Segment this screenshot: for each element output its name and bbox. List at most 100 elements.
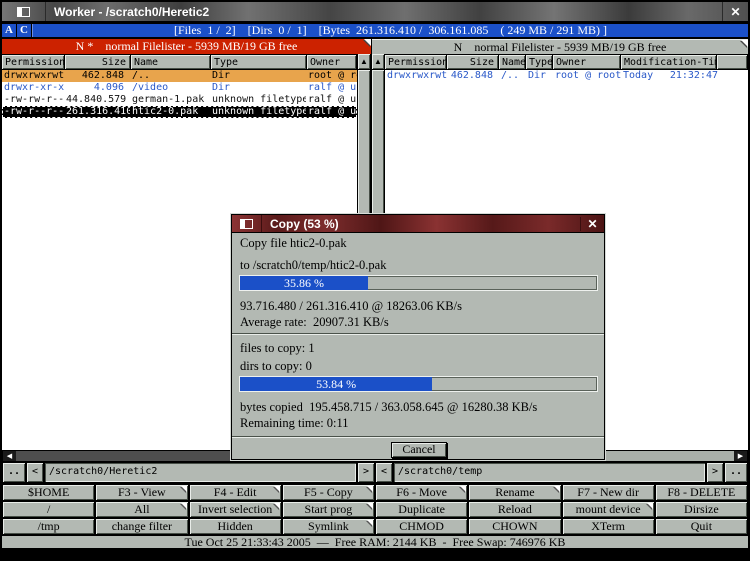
command-button-f3-view[interactable]: F3 - View: [95, 484, 189, 501]
remaining-time-line: Remaining time: 0:11: [240, 416, 349, 430]
command-button-f7-new-dir[interactable]: F7 - New dir: [561, 484, 655, 501]
fold-corner-icon: [180, 503, 187, 509]
command-button-rename[interactable]: Rename: [468, 484, 562, 501]
command-button-home[interactable]: $HOME: [2, 484, 96, 501]
command-button-tmp[interactable]: /tmp: [2, 518, 96, 535]
col-size[interactable]: Size: [65, 55, 131, 69]
command-button-[interactable]: /: [2, 501, 96, 518]
command-button-all[interactable]: All: [95, 501, 189, 518]
window-close-button[interactable]: ✕: [722, 2, 748, 21]
col-name[interactable]: Name: [131, 55, 211, 69]
right-path-back-button[interactable]: <: [375, 462, 393, 483]
status-bar: Tue Oct 25 21:33:43 2005 — Free RAM: 214…: [2, 536, 748, 550]
stats-bar: A C [Files 1 / 2] [Dirs 0 / 1] [Bytes 26…: [2, 24, 748, 38]
command-button-dirsize[interactable]: Dirsize: [654, 501, 748, 518]
dialog-menu-button[interactable]: [232, 215, 262, 232]
bank-a-button[interactable]: A: [2, 24, 17, 37]
file-row[interactable]: drwxr-xr-x 4.096/video Dir ralf @ user: [2, 82, 357, 94]
command-button-mount-device[interactable]: mount device: [561, 501, 655, 518]
file-owner: ralf @ user: [308, 106, 357, 117]
dirs-to-copy-line: dirs to copy: 0: [240, 359, 312, 373]
dialog-menu-icon: [240, 218, 253, 229]
file-perm: drwxrwxrwt: [4, 70, 64, 81]
left-path-back-button[interactable]: <: [26, 462, 44, 483]
right-parent-dir-button[interactable]: ..: [724, 462, 748, 483]
col-size[interactable]: Size: [447, 55, 499, 69]
command-button-start-prog[interactable]: Start prog: [281, 501, 375, 518]
file-row[interactable]: drwxrwxrwt 462.848 /.. Dir root @ root: [2, 70, 357, 82]
file-name: htic2-0.pak: [132, 106, 199, 117]
col-type[interactable]: Type: [211, 55, 307, 69]
left-column-headers: Permission: Size Name Type Owner: [2, 54, 357, 70]
dialog-close-button[interactable]: ✕: [580, 216, 604, 231]
selection-stats: [Files 1 / 2] [Dirs 0 / 1] [Bytes 261.31…: [32, 24, 748, 37]
left-parent-dir-button[interactable]: ..: [2, 462, 26, 483]
command-button-f8-delete[interactable]: F8 - DELETE: [654, 484, 748, 501]
cancel-button[interactable]: Cancel: [391, 442, 447, 458]
copy-progress-dialog: Copy (53 %) ✕ Copy file htic2-0.pak to /…: [231, 214, 605, 460]
command-button-change-filter[interactable]: change filter: [95, 518, 189, 535]
right-pane-header[interactable]: N normal Filelister - 5939 MB/19 GB free: [372, 39, 748, 54]
left-header-fold-icon: [364, 39, 371, 46]
window-menu-button[interactable]: [2, 2, 46, 21]
dialog-titlebar: Copy (53 %) ✕: [232, 215, 604, 233]
col-owner[interactable]: Owner: [553, 55, 621, 69]
file-type: Dir: [212, 70, 231, 81]
col-filler: [717, 55, 748, 69]
file-type: unknown filetype: [212, 94, 306, 105]
left-path-forward-button[interactable]: >: [357, 462, 375, 483]
copy-file-line: Copy file htic2-0.pak: [240, 236, 347, 250]
fold-corner-icon: [367, 486, 373, 492]
path-row: .. < /scratch0/Heretic2 > < /scratch0/te…: [2, 462, 748, 483]
col-type[interactable]: Type: [526, 55, 553, 69]
window-titlebar: Worker - /scratch0/Heretic2 ✕: [2, 2, 748, 22]
scroll-up-icon[interactable]: ▲: [372, 54, 384, 70]
col-permission[interactable]: Permission:: [385, 55, 447, 69]
left-path-field[interactable]: /scratch0/Heretic2: [44, 462, 357, 483]
command-button-invert-selection[interactable]: Invert selection: [188, 501, 282, 518]
fold-corner-icon: [367, 520, 373, 526]
scroll-left-icon[interactable]: ◀: [3, 451, 16, 461]
file-size: 261.316.410: [66, 106, 130, 117]
file-perm: -rw-r--r--: [4, 106, 64, 117]
right-column-headers: Permission: Size Name Type Owner Modific…: [385, 54, 748, 70]
command-button-duplicate[interactable]: Duplicate: [375, 501, 469, 518]
command-button-reload[interactable]: Reload: [468, 501, 562, 518]
file-type: Dir: [528, 70, 547, 81]
file-row[interactable]: -rw-rw-r-- 44.840.579 german-1.pak unknown …: [2, 94, 357, 106]
bank-c-button[interactable]: C: [17, 24, 32, 37]
command-button-symlink[interactable]: Symlink: [281, 518, 375, 535]
scroll-up-icon[interactable]: ▲: [358, 54, 370, 70]
command-button-grid: $HOME F3 - View F4 - Edit F5 - Copy F6 - Mov…: [2, 484, 748, 535]
file-row[interactable]: drwxrwxrwt 462.848 /.. Dir root @ root Today 2…: [385, 70, 748, 82]
right-path-field[interactable]: /scratch0/temp: [393, 462, 706, 483]
col-owner[interactable]: Owner: [307, 55, 357, 69]
command-button-quit[interactable]: Quit: [654, 518, 748, 535]
left-pane-header[interactable]: N * normal Filelister - 5939 MB/19 GB fr…: [2, 39, 371, 54]
divider: [232, 436, 604, 438]
file-owner: ralf @ user: [308, 94, 357, 105]
file-progress-fill: 35.86 %: [240, 276, 369, 290]
command-button-chmod[interactable]: CHMOD: [375, 518, 469, 535]
command-button-f5-copy[interactable]: F5 - Copy: [281, 484, 375, 501]
file-size: 44.840.579: [66, 94, 127, 105]
col-mtime[interactable]: Modification-Time: [621, 55, 717, 69]
command-button-hidden[interactable]: Hidden: [188, 518, 282, 535]
total-progress-fill: 53.84 %: [240, 377, 433, 391]
file-type: Dir: [212, 82, 231, 93]
command-button-chown[interactable]: CHOWN: [468, 518, 562, 535]
file-row[interactable]: -rw-r--r-- 261.316.410 htic2-0.pak unknown …: [2, 106, 357, 118]
scroll-right-icon[interactable]: ▶: [734, 451, 747, 461]
file-name: german-1.pak: [132, 94, 205, 105]
command-button-xterm[interactable]: XTerm: [561, 518, 655, 535]
right-header-fold-icon: [741, 40, 748, 47]
command-button-f6-move[interactable]: F6 - Move: [375, 484, 469, 501]
copy-dest-line: to /scratch0/temp/htic2-0.pak: [240, 258, 387, 272]
col-name[interactable]: Name: [499, 55, 526, 69]
right-path-forward-button[interactable]: >: [706, 462, 724, 483]
file-name: /video: [132, 82, 169, 93]
file-perm: drwxrwxrwt: [387, 70, 447, 81]
col-permission[interactable]: Permission:: [2, 55, 65, 69]
command-button-f4-edit[interactable]: F4 - Edit: [188, 484, 282, 501]
file-mtime: Today 21:32:47: [623, 70, 718, 81]
